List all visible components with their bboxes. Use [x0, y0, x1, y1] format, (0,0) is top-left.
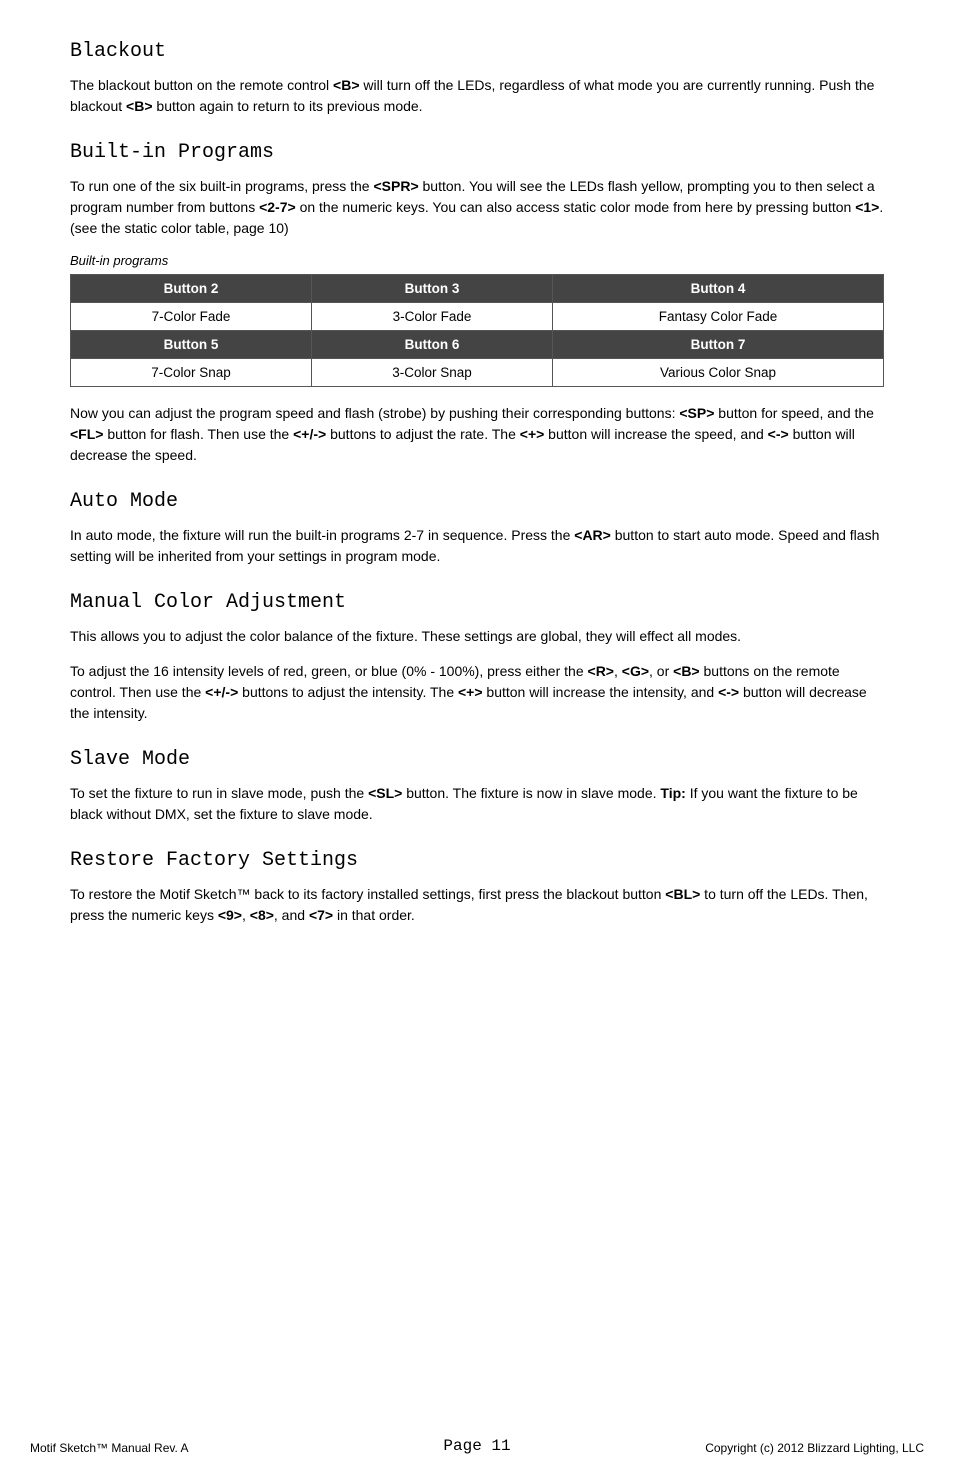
table-data-row-1: 7-Color Fade 3-Color Fade Fantasy Color …	[71, 303, 884, 331]
built-in-programs-paragraph: To run one of the six built-in programs,…	[70, 176, 884, 239]
restore-factory-settings-heading: Restore Factory Settings	[70, 849, 884, 872]
table-cell-button2-header: Button 2	[71, 275, 312, 303]
built-in-programs-heading: Built-in Programs	[70, 141, 884, 164]
restore-factory-settings-paragraph: To restore the Motif Sketch™ back to its…	[70, 884, 884, 926]
table-cell-7color-snap: 7-Color Snap	[71, 359, 312, 387]
table-cell-7color-fade: 7-Color Fade	[71, 303, 312, 331]
manual-color-adjustment-paragraph1: This allows you to adjust the color bala…	[70, 626, 884, 647]
footer-right: Copyright (c) 2012 Blizzard Lighting, LL…	[705, 1441, 924, 1455]
table-cell-button6-header: Button 6	[312, 331, 553, 359]
built-in-programs-paragraph2: Now you can adjust the program speed and…	[70, 403, 884, 466]
blackout-heading: Blackout	[70, 40, 884, 63]
table-label: Built-in programs	[70, 253, 884, 268]
table-cell-button3-header: Button 3	[312, 275, 553, 303]
slave-mode-paragraph: To set the fixture to run in slave mode,…	[70, 783, 884, 825]
table-cell-fantasy-color-fade: Fantasy Color Fade	[553, 303, 884, 331]
blackout-paragraph: The blackout button on the remote contro…	[70, 75, 884, 117]
table-header-row-2: Button 5 Button 6 Button 7	[71, 331, 884, 359]
table-cell-3color-snap: 3-Color Snap	[312, 359, 553, 387]
page-content: Blackout The blackout button on the remo…	[0, 0, 954, 1020]
table-cell-button5-header: Button 5	[71, 331, 312, 359]
auto-mode-heading: Auto Mode	[70, 490, 884, 513]
auto-mode-paragraph: In auto mode, the fixture will run the b…	[70, 525, 884, 567]
table-cell-various-color-snap: Various Color Snap	[553, 359, 884, 387]
table-cell-button7-header: Button 7	[553, 331, 884, 359]
table-cell-button4-header: Button 4	[553, 275, 884, 303]
slave-mode-heading: Slave Mode	[70, 748, 884, 771]
manual-color-adjustment-paragraph2: To adjust the 16 intensity levels of red…	[70, 661, 884, 724]
built-in-programs-table: Button 2 Button 3 Button 4 7-Color Fade …	[70, 274, 884, 387]
footer-left: Motif Sketch™ Manual Rev. A	[30, 1441, 189, 1455]
table-data-row-2: 7-Color Snap 3-Color Snap Various Color …	[71, 359, 884, 387]
manual-color-adjustment-heading: Manual Color Adjustment	[70, 591, 884, 614]
table-cell-3color-fade: 3-Color Fade	[312, 303, 553, 331]
footer-center: Page 11	[443, 1437, 510, 1455]
table-header-row-1: Button 2 Button 3 Button 4	[71, 275, 884, 303]
